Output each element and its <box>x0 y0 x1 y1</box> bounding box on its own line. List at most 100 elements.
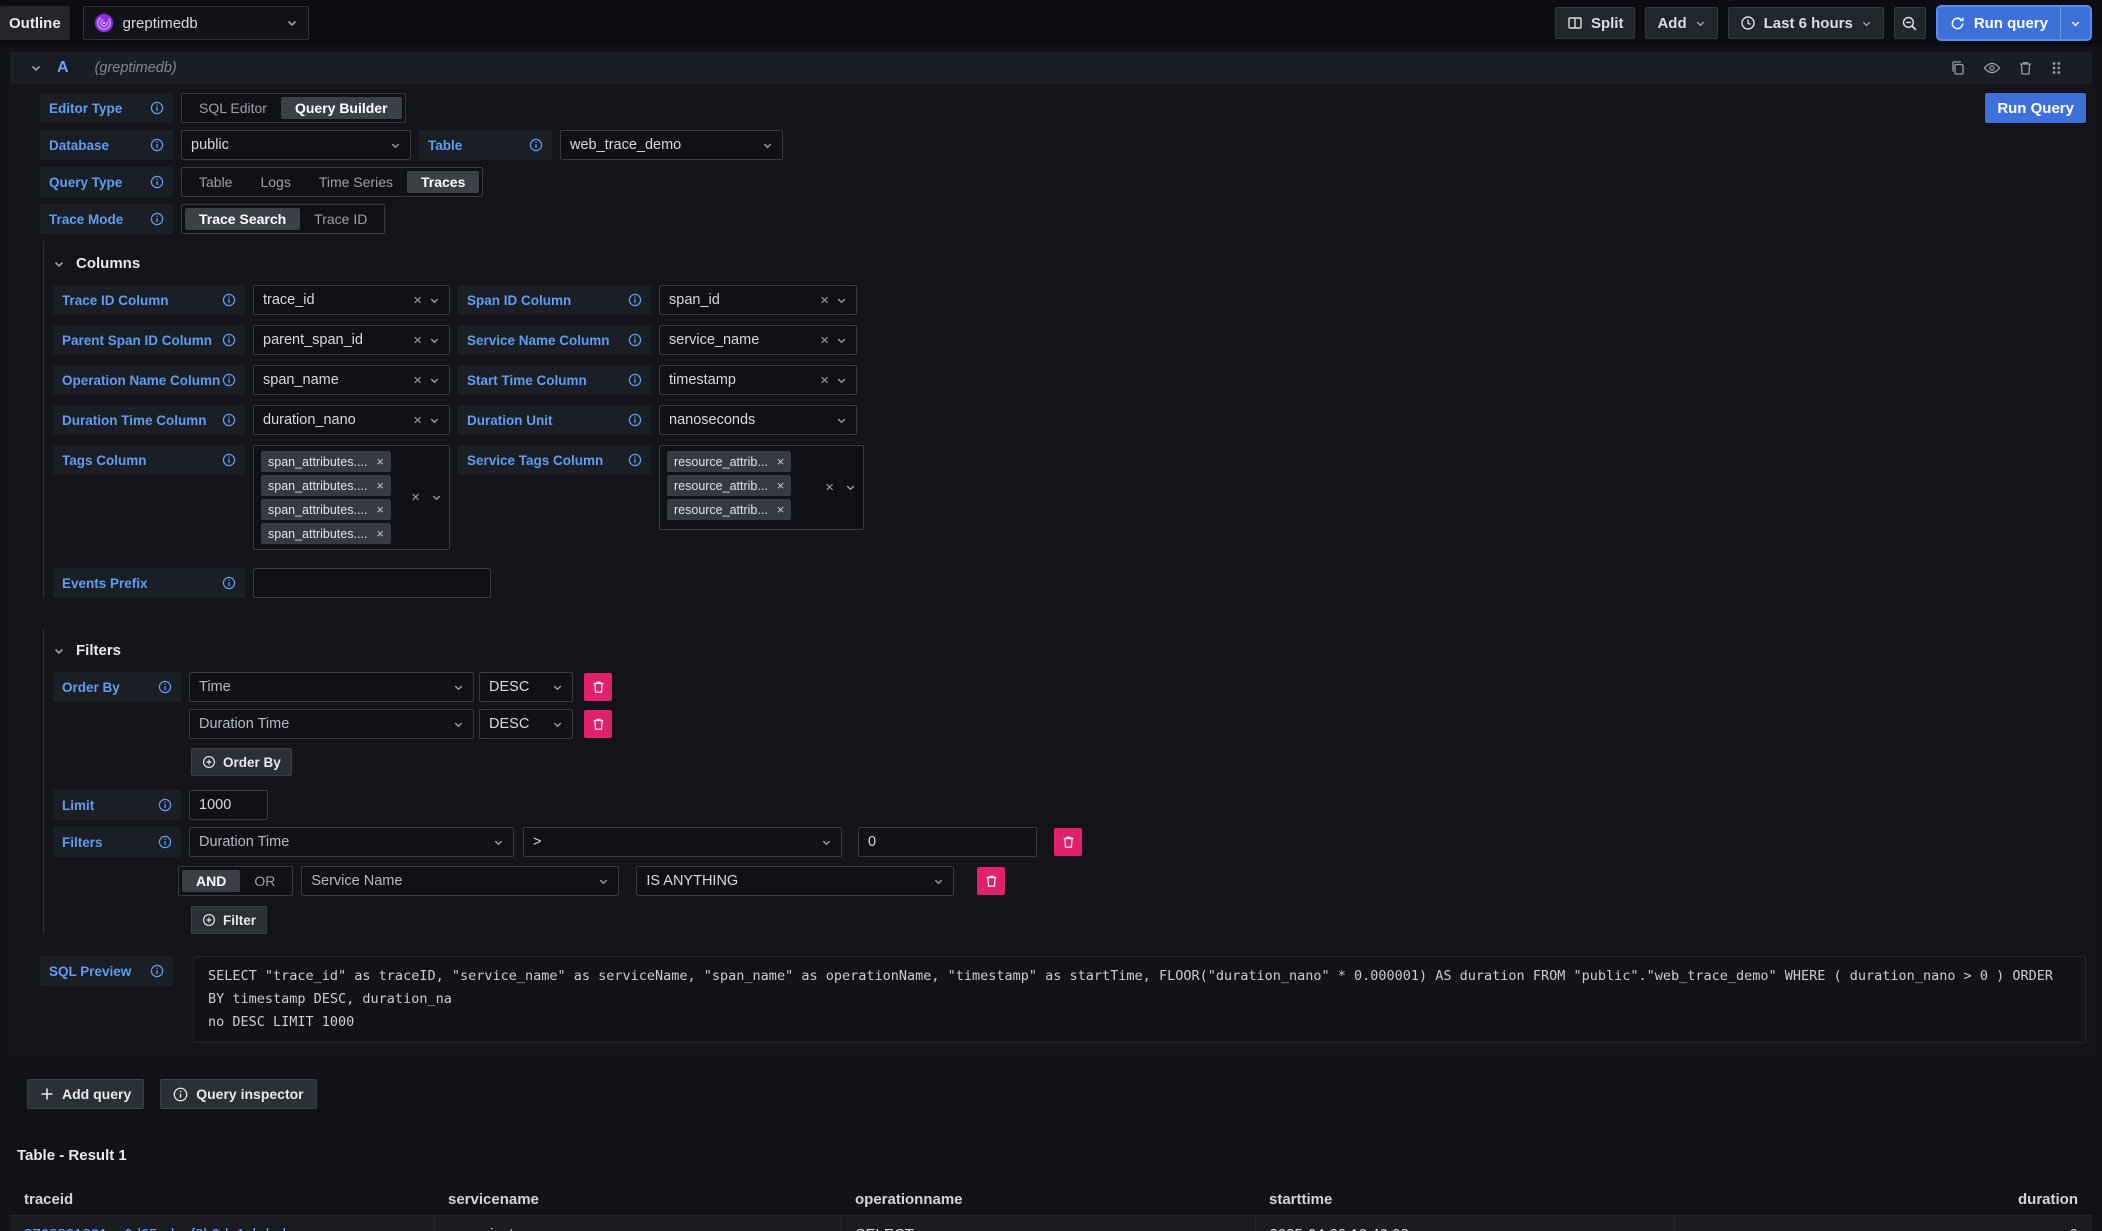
service-name-column-select[interactable]: service_name × <box>659 325 857 355</box>
remove-order-by-trash-button[interactable] <box>584 673 612 701</box>
trace-search-option[interactable]: Trace Search <box>185 208 300 230</box>
info-icon[interactable] <box>628 373 642 387</box>
and-option[interactable]: AND <box>182 870 240 892</box>
table-select[interactable]: web_trace_demo <box>560 130 783 160</box>
split-button[interactable]: Split <box>1555 7 1636 39</box>
tag-chip[interactable]: span_attributes....× <box>261 523 391 544</box>
remove-chip-icon[interactable]: × <box>376 455 384 468</box>
add-order-by-button[interactable]: Order By <box>191 748 292 776</box>
datasource-picker[interactable]: greptimedb <box>83 6 309 40</box>
add-query-button[interactable]: Add query <box>27 1079 144 1109</box>
service-tag-chip[interactable]: resource_attrib...× <box>667 499 791 520</box>
filter-field-select[interactable]: Service Name <box>301 866 619 896</box>
query-inspector-button[interactable]: Query inspector <box>160 1079 316 1109</box>
info-icon[interactable] <box>529 138 543 152</box>
remove-chip-icon[interactable]: × <box>376 503 384 516</box>
info-icon[interactable] <box>222 333 236 347</box>
query-type-table-option[interactable]: Table <box>185 171 246 193</box>
order-by-field-select[interactable]: Duration Time <box>189 709 474 739</box>
span-id-column-select[interactable]: span_id × <box>659 285 857 315</box>
order-by-field-select[interactable]: Time <box>189 672 474 702</box>
info-icon[interactable] <box>222 293 236 307</box>
service-tag-chip[interactable]: resource_attrib...× <box>667 475 791 496</box>
info-icon[interactable] <box>150 101 164 115</box>
tag-chip[interactable]: span_attributes....× <box>261 499 391 520</box>
trace-id-column-select[interactable]: trace_id × <box>253 285 450 315</box>
remove-filter-trash-button[interactable] <box>977 867 1005 895</box>
query-type-traces-option[interactable]: Traces <box>407 171 479 193</box>
clear-icon[interactable]: × <box>413 293 422 308</box>
drag-handle-icon[interactable] <box>2050 60 2062 76</box>
remove-chip-icon[interactable]: × <box>777 503 785 516</box>
column-header-starttime[interactable]: starttime <box>1255 1184 1674 1216</box>
duration-unit-select[interactable]: nanoseconds <box>659 405 857 435</box>
remove-chip-icon[interactable]: × <box>376 527 384 540</box>
events-prefix-input[interactable] <box>253 568 491 598</box>
or-option[interactable]: OR <box>240 870 289 892</box>
filter-value-input[interactable]: 0 <box>858 827 1037 857</box>
database-select[interactable]: public <box>181 130 411 160</box>
info-icon[interactable] <box>150 212 164 226</box>
operation-name-column-select[interactable]: span_name × <box>253 365 450 395</box>
column-header-operationname[interactable]: operationname <box>841 1184 1255 1216</box>
trace-id-option[interactable]: Trace ID <box>300 208 381 230</box>
add-filter-button[interactable]: Filter <box>191 906 267 934</box>
info-icon[interactable] <box>150 175 164 189</box>
info-icon[interactable] <box>222 453 236 467</box>
duration-time-column-select[interactable]: duration_nano × <box>253 405 450 435</box>
run-query-button[interactable]: Run query <box>1938 7 2060 39</box>
clear-icon[interactable]: × <box>820 373 829 388</box>
order-by-direction-select[interactable]: DESC <box>479 709 573 739</box>
clear-icon[interactable]: × <box>413 373 422 388</box>
info-icon[interactable] <box>628 453 642 467</box>
info-icon[interactable] <box>628 293 642 307</box>
run-query-options-button[interactable] <box>2060 7 2090 39</box>
column-header-traceid[interactable]: traceid <box>10 1184 434 1216</box>
remove-query-trash-icon[interactable] <box>2018 60 2033 76</box>
info-icon[interactable] <box>158 798 172 812</box>
info-icon[interactable] <box>158 835 172 849</box>
remove-order-by-trash-button[interactable] <box>584 710 612 738</box>
query-type-logs-option[interactable]: Logs <box>246 171 304 193</box>
remove-chip-icon[interactable]: × <box>376 479 384 492</box>
info-icon[interactable] <box>222 373 236 387</box>
info-icon[interactable] <box>628 413 642 427</box>
query-row-header[interactable]: A (greptimedb) <box>10 52 2092 84</box>
filters-section-header[interactable]: Filters <box>53 628 2086 672</box>
tag-chip[interactable]: span_attributes....× <box>261 475 391 496</box>
filter-field-select[interactable]: Duration Time <box>189 827 514 857</box>
zoom-out-button[interactable] <box>1894 7 1926 39</box>
remove-chip-icon[interactable]: × <box>777 455 785 468</box>
sql-editor-option[interactable]: SQL Editor <box>185 97 281 119</box>
info-icon[interactable] <box>222 576 236 590</box>
panel-run-query-button[interactable]: Run Query <box>1985 93 2086 123</box>
info-icon[interactable] <box>628 333 642 347</box>
tag-chip[interactable]: span_attributes....× <box>261 451 391 472</box>
info-icon[interactable] <box>222 413 236 427</box>
trace-link[interactable]: 3768831301ea0d65adaef8b9da1cbded <box>24 1226 286 1231</box>
query-builder-option[interactable]: Query Builder <box>281 97 402 119</box>
order-by-direction-select[interactable]: DESC <box>479 672 573 702</box>
limit-input[interactable]: 1000 <box>189 790 268 820</box>
duplicate-query-icon[interactable] <box>1950 60 1966 76</box>
clear-icon[interactable]: × <box>413 413 422 428</box>
info-icon[interactable] <box>150 138 164 152</box>
clear-all-icon[interactable]: × <box>825 480 834 495</box>
filter-operator-select[interactable]: IS ANYTHING <box>636 866 954 896</box>
start-time-column-select[interactable]: timestamp × <box>659 365 857 395</box>
tags-column-multiselect[interactable]: span_attributes....× span_attributes....… <box>253 445 450 550</box>
remove-filter-trash-button[interactable] <box>1054 828 1082 856</box>
parent-span-id-column-select[interactable]: parent_span_id × <box>253 325 450 355</box>
add-button[interactable]: Add <box>1645 7 1717 39</box>
clear-all-icon[interactable]: × <box>411 490 420 505</box>
outline-button[interactable]: Outline <box>0 6 70 40</box>
clear-icon[interactable]: × <box>820 333 829 348</box>
columns-section-header[interactable]: Columns <box>53 241 2086 285</box>
clear-icon[interactable]: × <box>820 293 829 308</box>
column-header-duration[interactable]: duration <box>1674 1184 2092 1216</box>
hide-query-eye-icon[interactable] <box>1983 60 2001 76</box>
column-header-servicename[interactable]: servicename <box>434 1184 841 1216</box>
time-range-picker[interactable]: Last 6 hours <box>1728 7 1884 39</box>
info-icon[interactable] <box>150 964 164 978</box>
info-icon[interactable] <box>158 680 172 694</box>
